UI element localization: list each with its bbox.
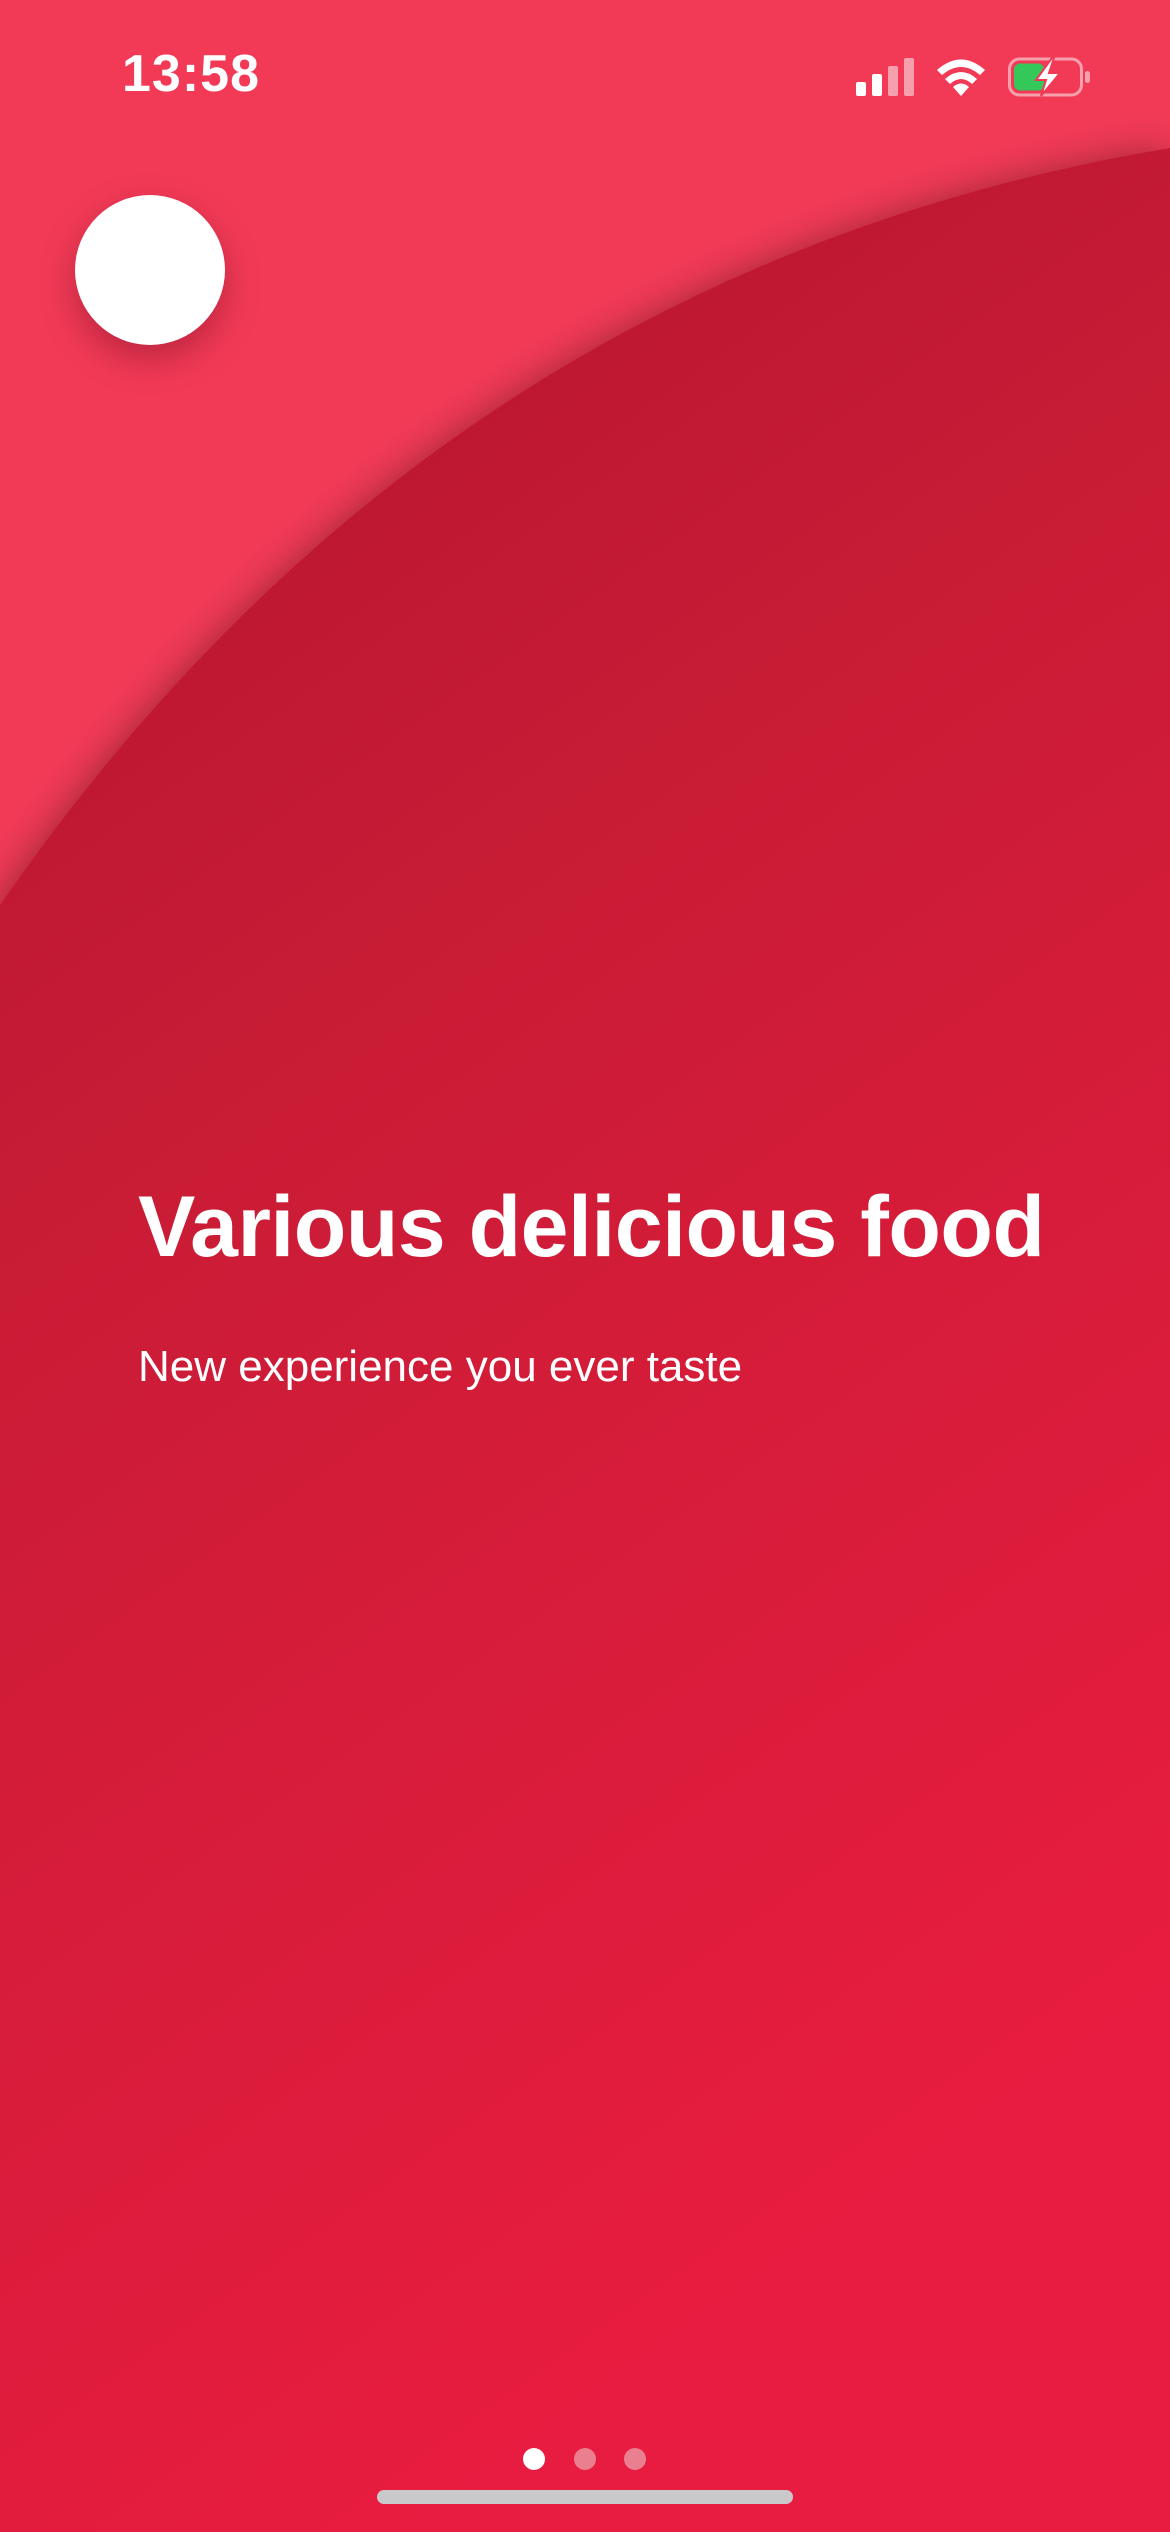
page-dot-2[interactable] <box>574 2448 596 2470</box>
page-indicator <box>0 2448 1170 2470</box>
avatar-button[interactable] <box>75 195 225 345</box>
wifi-icon <box>937 59 985 96</box>
page-dot-3[interactable] <box>624 2448 646 2470</box>
battery-charging-icon <box>1008 57 1090 97</box>
page-dot-1[interactable] <box>523 2448 545 2470</box>
status-time: 13:58 <box>122 45 260 103</box>
onboarding-title: Various delicious food <box>138 1179 1045 1275</box>
onboarding-screen: 13:58 Various delicious food New experie… <box>0 0 1170 2532</box>
cellular-signal-icon <box>856 58 914 96</box>
onboarding-subtitle: New experience you ever taste <box>138 1342 743 1391</box>
home-indicator[interactable] <box>377 2490 793 2504</box>
status-bar: 13:58 <box>0 0 1170 150</box>
